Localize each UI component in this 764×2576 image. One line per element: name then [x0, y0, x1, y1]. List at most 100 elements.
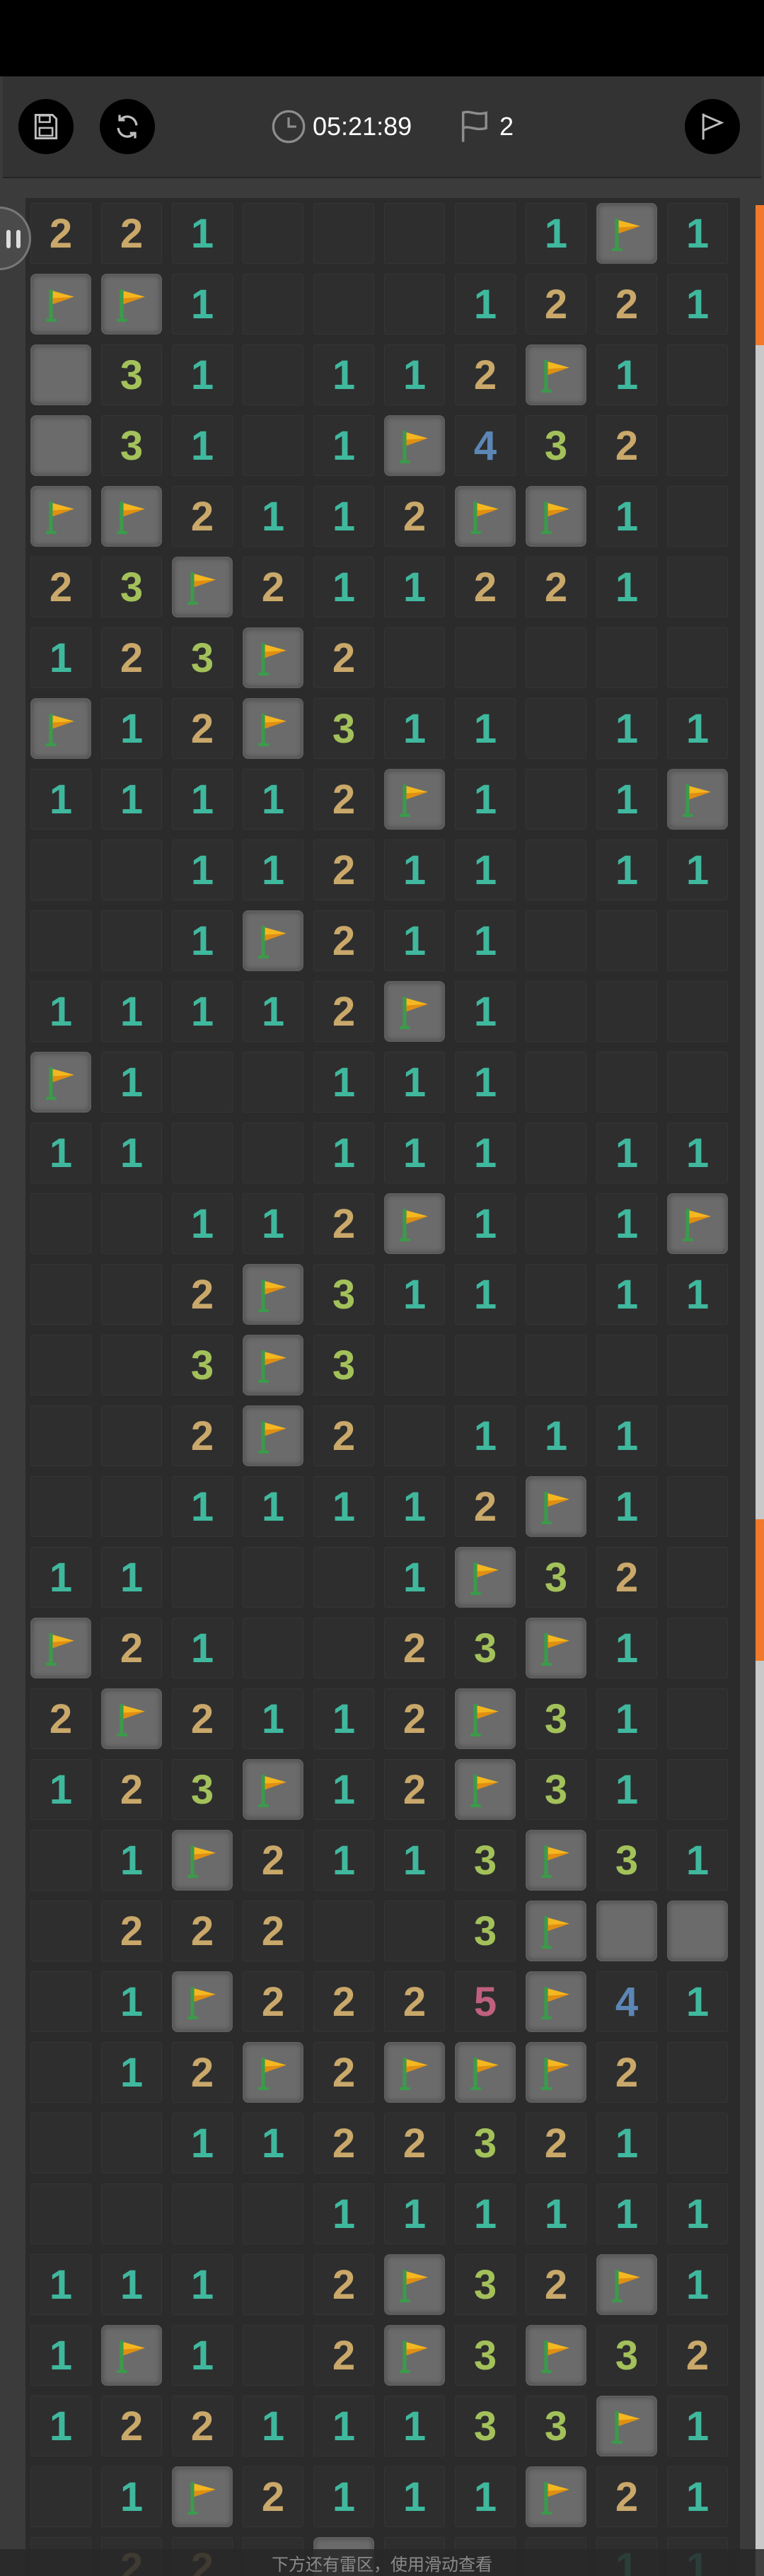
- flagged-cell[interactable]: [30, 1618, 91, 1678]
- empty-cell[interactable]: [243, 274, 303, 335]
- empty-cell[interactable]: [30, 1193, 91, 1254]
- number-cell[interactable]: 1: [455, 981, 516, 1042]
- flagged-cell[interactable]: [526, 1618, 586, 1678]
- number-cell[interactable]: 1: [313, 415, 374, 476]
- empty-cell[interactable]: [526, 698, 586, 759]
- covered-cell[interactable]: [596, 1901, 657, 1961]
- minimap-scrollbar[interactable]: [756, 205, 764, 2576]
- number-cell[interactable]: 3: [526, 2396, 586, 2456]
- number-cell[interactable]: 3: [455, 2254, 516, 2315]
- flagged-cell[interactable]: [596, 203, 657, 264]
- number-cell[interactable]: 2: [596, 415, 657, 476]
- empty-cell[interactable]: [30, 1405, 91, 1466]
- number-cell[interactable]: 1: [101, 1971, 162, 2032]
- empty-cell[interactable]: [667, 1688, 728, 1749]
- empty-cell[interactable]: [596, 1052, 657, 1113]
- number-cell[interactable]: 2: [384, 1971, 445, 2032]
- flagged-cell[interactable]: [172, 1830, 233, 1891]
- number-cell[interactable]: 1: [172, 769, 233, 830]
- number-cell[interactable]: 5: [455, 1971, 516, 2032]
- number-cell[interactable]: 3: [526, 415, 586, 476]
- number-cell[interactable]: 2: [243, 557, 303, 617]
- number-cell[interactable]: 1: [243, 2396, 303, 2456]
- number-cell[interactable]: 1: [455, 274, 516, 335]
- empty-cell[interactable]: [384, 1901, 445, 1961]
- number-cell[interactable]: 1: [384, 1476, 445, 1537]
- number-cell[interactable]: 2: [667, 2325, 728, 2386]
- number-cell[interactable]: 1: [101, 2254, 162, 2315]
- number-cell[interactable]: 2: [596, 274, 657, 335]
- number-cell[interactable]: 1: [596, 769, 657, 830]
- number-cell[interactable]: 1: [313, 1476, 374, 1537]
- flagged-cell[interactable]: [455, 1547, 516, 1608]
- empty-cell[interactable]: [526, 840, 586, 900]
- number-cell[interactable]: 1: [667, 1264, 728, 1325]
- flagged-cell[interactable]: [101, 2325, 162, 2386]
- number-cell[interactable]: 2: [313, 1971, 374, 2032]
- empty-cell[interactable]: [667, 1405, 728, 1466]
- number-cell[interactable]: 1: [596, 1122, 657, 1183]
- number-cell[interactable]: 2: [172, 1405, 233, 1466]
- number-cell[interactable]: 1: [384, 840, 445, 900]
- number-cell[interactable]: 1: [172, 415, 233, 476]
- empty-cell[interactable]: [667, 557, 728, 617]
- empty-cell[interactable]: [243, 2325, 303, 2386]
- number-cell[interactable]: 1: [596, 1618, 657, 1678]
- number-cell[interactable]: 2: [243, 2466, 303, 2527]
- number-cell[interactable]: 1: [101, 1052, 162, 1113]
- empty-cell[interactable]: [243, 1547, 303, 1608]
- empty-cell[interactable]: [243, 2254, 303, 2315]
- number-cell[interactable]: 1: [596, 2113, 657, 2174]
- number-cell[interactable]: 2: [101, 2396, 162, 2456]
- number-cell[interactable]: 3: [172, 1759, 233, 1820]
- flagged-cell[interactable]: [455, 2042, 516, 2103]
- number-cell[interactable]: 1: [384, 2396, 445, 2456]
- number-cell[interactable]: 2: [313, 981, 374, 1042]
- flagged-cell[interactable]: [526, 2466, 586, 2527]
- number-cell[interactable]: 1: [455, 1193, 516, 1254]
- number-cell[interactable]: 1: [384, 557, 445, 617]
- flagged-cell[interactable]: [243, 2042, 303, 2103]
- empty-cell[interactable]: [313, 1618, 374, 1678]
- empty-cell[interactable]: [596, 1335, 657, 1396]
- number-cell[interactable]: 2: [243, 1901, 303, 1961]
- number-cell[interactable]: 1: [243, 2113, 303, 2174]
- number-cell[interactable]: 2: [172, 486, 233, 547]
- number-cell[interactable]: 1: [30, 2254, 91, 2315]
- number-cell[interactable]: 2: [101, 627, 162, 688]
- flagged-cell[interactable]: [526, 1476, 586, 1537]
- empty-cell[interactable]: [667, 1476, 728, 1537]
- flagged-cell[interactable]: [243, 1759, 303, 1820]
- number-cell[interactable]: 2: [455, 344, 516, 405]
- number-cell[interactable]: 1: [101, 1547, 162, 1608]
- number-cell[interactable]: 1: [455, 1052, 516, 1113]
- empty-cell[interactable]: [30, 2183, 91, 2244]
- empty-cell[interactable]: [526, 1335, 586, 1396]
- number-cell[interactable]: 3: [313, 1335, 374, 1396]
- number-cell[interactable]: 3: [455, 1830, 516, 1891]
- number-cell[interactable]: 1: [667, 274, 728, 335]
- number-cell[interactable]: 1: [313, 2466, 374, 2527]
- number-cell[interactable]: 1: [596, 1476, 657, 1537]
- number-cell[interactable]: 1: [101, 981, 162, 1042]
- number-cell[interactable]: 2: [384, 1688, 445, 1749]
- number-cell[interactable]: 2: [30, 1688, 91, 1749]
- empty-cell[interactable]: [30, 1264, 91, 1325]
- number-cell[interactable]: 3: [455, 1618, 516, 1678]
- flagged-cell[interactable]: [526, 1830, 586, 1891]
- number-cell[interactable]: 1: [30, 1759, 91, 1820]
- number-cell[interactable]: 1: [30, 2325, 91, 2386]
- number-cell[interactable]: 2: [384, 1618, 445, 1678]
- number-cell[interactable]: 1: [243, 1688, 303, 1749]
- empty-cell[interactable]: [243, 2183, 303, 2244]
- number-cell[interactable]: 2: [313, 2113, 374, 2174]
- number-cell[interactable]: 1: [596, 1264, 657, 1325]
- flagged-cell[interactable]: [172, 1971, 233, 2032]
- empty-cell[interactable]: [313, 274, 374, 335]
- number-cell[interactable]: 1: [172, 274, 233, 335]
- empty-cell[interactable]: [313, 203, 374, 264]
- number-cell[interactable]: 1: [455, 840, 516, 900]
- empty-cell[interactable]: [596, 981, 657, 1042]
- empty-cell[interactable]: [596, 627, 657, 688]
- empty-cell[interactable]: [384, 274, 445, 335]
